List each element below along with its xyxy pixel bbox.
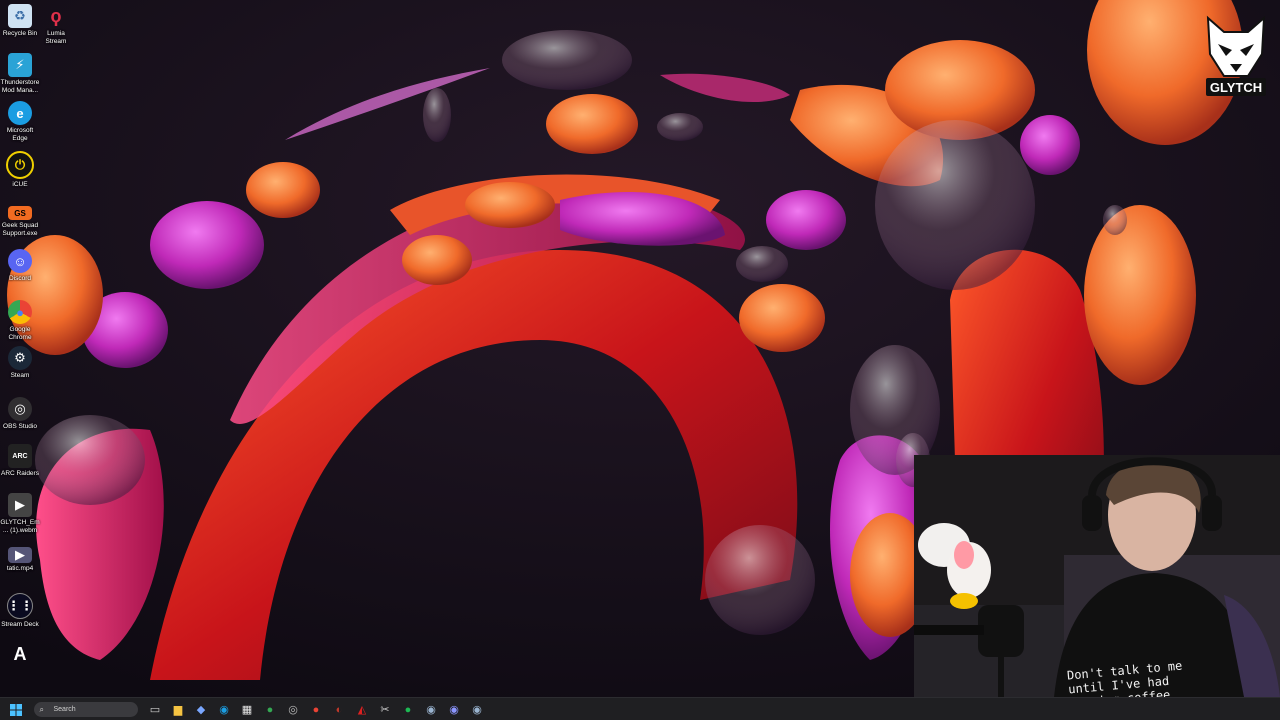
icue-icon: ⏻ xyxy=(6,151,34,179)
adobe-icon: A xyxy=(13,643,27,664)
search-placeholder: Search xyxy=(53,706,76,713)
video-file-icon: ▶ xyxy=(8,493,32,517)
thunderstore-icon: ⚡ xyxy=(8,53,32,77)
glytch-logo: GLYTCH xyxy=(1206,15,1266,96)
lumia-stream-icon: ϙ xyxy=(50,5,62,26)
video-file-icon: ▶ xyxy=(8,547,32,563)
glytch-logo-text: GLYTCH xyxy=(1210,80,1262,95)
desktop-icon-chrome[interactable]: ● Google Chrome xyxy=(0,300,40,341)
steam-alt-icon: ◉ xyxy=(472,704,482,716)
task-view-icon: ▭ xyxy=(149,704,161,716)
desktop-icon-icue[interactable]: ⏻ iCUE xyxy=(0,151,40,189)
chrome-alt-icon: ● xyxy=(312,703,320,716)
game-app-icon: ◐ xyxy=(335,703,343,716)
desktop-icon-glytch-webm[interactable]: ▶ GLYTCH_Em... (1).webm xyxy=(0,493,40,534)
snipping-icon: ✂ xyxy=(380,704,390,716)
file-explorer-icon: ▆ xyxy=(173,704,183,716)
chrome-icon: ● xyxy=(8,300,32,324)
desktop-icon-geek-squad[interactable]: GS Geek Squad Support.exe xyxy=(0,200,40,237)
desktop-icon-stream-deck[interactable]: ⋮⋮ Stream Deck xyxy=(0,593,40,629)
taskbar-app-spotify[interactable]: ● xyxy=(398,700,418,720)
spotify-icon: ● xyxy=(404,703,412,716)
taskbar-search-box[interactable]: ⌕ Search xyxy=(33,702,138,717)
amd-software-icon: ◭ xyxy=(357,704,367,716)
recycle-bin-icon: ♻ xyxy=(8,4,32,28)
stream-deck-icon: ⋮⋮ xyxy=(7,593,33,619)
desktop-icon-adobe[interactable]: A xyxy=(0,642,40,666)
start-button[interactable] xyxy=(6,700,26,720)
chrome-icon: ● xyxy=(266,703,274,716)
steam-icon: ◉ xyxy=(426,704,436,716)
discord-icon: ☺ xyxy=(8,249,32,273)
taskbar-app-game-app[interactable]: ◐ xyxy=(329,700,349,720)
copilot-icon: ◆ xyxy=(196,704,206,716)
taskbar: ⌕ Search ▭ ▆ ◆ ◉ ▦ ● ◎ ● ◐ ◭ ✂ ● ◉ ◉ ◉ xyxy=(0,697,1280,720)
desktop-icon-thunderstore[interactable]: ⚡ Thunderstore Mod Mana... xyxy=(0,53,40,94)
webcam-overlay xyxy=(914,455,1280,697)
taskbar-app-snipping[interactable]: ✂ xyxy=(375,700,395,720)
taskbar-app-steam-alt[interactable]: ◉ xyxy=(467,700,487,720)
search-icon: ⌕ xyxy=(39,704,44,714)
desktop-icon-tatic-mp4[interactable]: ▶ tatic.mp4 xyxy=(0,547,40,573)
taskbar-app-task-view[interactable]: ▭ xyxy=(145,700,165,720)
windows-start-icon xyxy=(10,703,22,716)
obs-icon: ◎ xyxy=(8,397,32,421)
desktop-icon-obs[interactable]: ◎ OBS Studio xyxy=(0,397,40,431)
edge-icon: e xyxy=(8,101,32,125)
taskbar-app-amd-software[interactable]: ◭ xyxy=(352,700,372,720)
desktop-icon-arc-raiders[interactable]: ARC ARC Raiders xyxy=(0,444,40,478)
taskbar-app-chrome-alt[interactable]: ● xyxy=(306,700,326,720)
desktop-icon-recycle-bin[interactable]: ♻ Recycle Bin xyxy=(0,4,40,38)
taskbar-app-obs[interactable]: ◎ xyxy=(283,700,303,720)
webcam-feed xyxy=(914,455,1280,697)
store-icon: ▦ xyxy=(241,704,253,716)
desktop-icon-discord[interactable]: ☺ Discord xyxy=(0,249,40,283)
desktop-icon-edge[interactable]: e Microsoft Edge xyxy=(0,101,40,142)
taskbar-app-chrome[interactable]: ● xyxy=(260,700,280,720)
desktop-icon-steam[interactable]: ⚙ Steam xyxy=(0,346,40,380)
geek-squad-icon: GS xyxy=(8,206,32,220)
taskbar-app-copilot[interactable]: ◆ xyxy=(191,700,211,720)
discord-icon: ◉ xyxy=(449,704,459,716)
edge-icon: ◉ xyxy=(219,704,229,716)
taskbar-pinned-apps: ▭ ▆ ◆ ◉ ▦ ● ◎ ● ◐ ◭ ✂ ● ◉ ◉ ◉ xyxy=(144,700,489,720)
taskbar-app-discord[interactable]: ◉ xyxy=(444,700,464,720)
taskbar-app-steam[interactable]: ◉ xyxy=(421,700,441,720)
steam-icon: ⚙ xyxy=(8,346,32,370)
arc-raiders-icon: ARC xyxy=(8,444,32,468)
desktop-icon-lumia-stream[interactable]: ϙ Lumia Stream xyxy=(36,4,76,45)
taskbar-app-edge[interactable]: ◉ xyxy=(214,700,234,720)
taskbar-app-store[interactable]: ▦ xyxy=(237,700,257,720)
taskbar-app-file-explorer[interactable]: ▆ xyxy=(168,700,188,720)
obs-icon: ◎ xyxy=(288,704,298,716)
